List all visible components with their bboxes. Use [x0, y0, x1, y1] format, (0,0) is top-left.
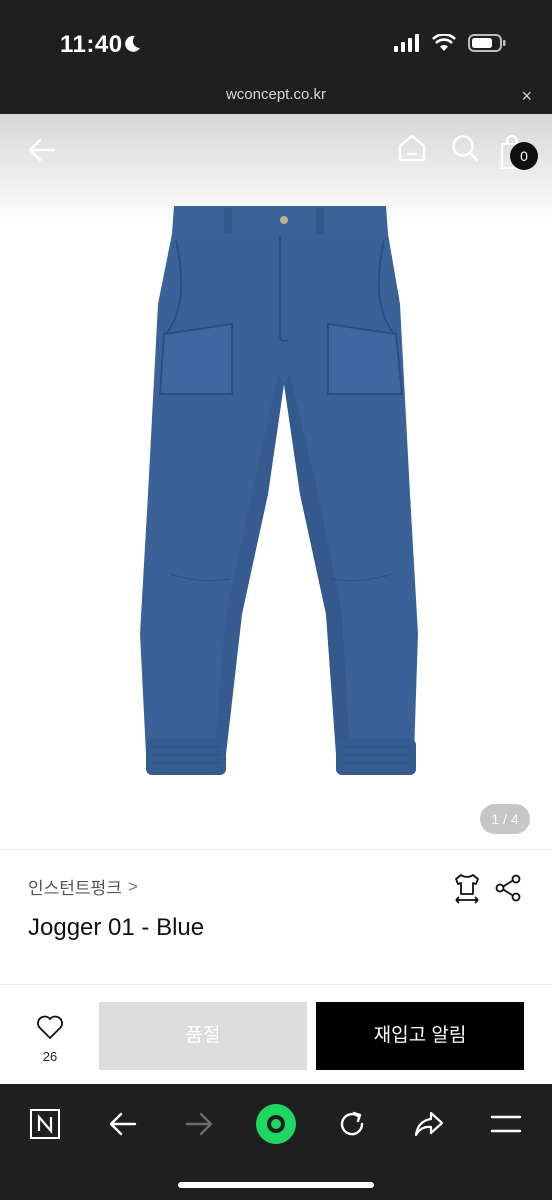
soldout-button[interactable]: 품절 [99, 1002, 307, 1070]
status-indicators [394, 34, 506, 52]
browser-forward-icon[interactable] [177, 1102, 221, 1146]
url-text[interactable]: wconcept.co.kr [0, 86, 552, 103]
brand-name: 인스턴트펑크 [28, 879, 122, 898]
battery-icon [468, 34, 506, 52]
brand-link[interactable]: 인스턴트펑크 > [28, 874, 138, 899]
divider [0, 984, 552, 985]
close-icon[interactable]: × [521, 86, 532, 106]
divider [0, 849, 552, 850]
product-image-jeans [140, 206, 418, 775]
url-bar: wconcept.co.kr × [0, 80, 552, 114]
back-arrow-icon[interactable] [26, 134, 58, 166]
image-pager: 1 / 4 [480, 804, 530, 834]
reload-icon[interactable] [330, 1102, 374, 1146]
cart-count-badge[interactable]: 0 [510, 142, 538, 170]
cellular-signal-icon [394, 34, 419, 52]
home-indicator [178, 1182, 374, 1188]
like-count: 26 [42, 1049, 58, 1064]
green-dot-icon[interactable] [254, 1102, 298, 1146]
status-time: 11:40 [60, 31, 123, 58]
like-button[interactable]: 26 [30, 1014, 70, 1064]
search-icon[interactable] [449, 132, 481, 164]
share-forward-icon[interactable] [407, 1102, 451, 1146]
heart-icon [37, 1015, 63, 1039]
menu-icon[interactable] [484, 1102, 528, 1146]
product-title: Jogger 01 - Blue [28, 914, 205, 941]
wifi-icon [432, 34, 456, 51]
moon-icon [125, 35, 140, 52]
browser-back-icon[interactable] [101, 1102, 145, 1146]
share-icon[interactable] [494, 874, 522, 902]
restock-notify-button[interactable]: 재입고 알림 [316, 1002, 524, 1070]
home-icon[interactable] [396, 132, 428, 164]
status-bar: 11:40 [0, 0, 552, 80]
naver-icon[interactable] [23, 1102, 67, 1146]
chevron-right-icon: > [127, 876, 138, 896]
product-gallery[interactable]: 0 1 / 4 [0, 114, 552, 850]
size-guide-icon[interactable] [452, 872, 482, 904]
